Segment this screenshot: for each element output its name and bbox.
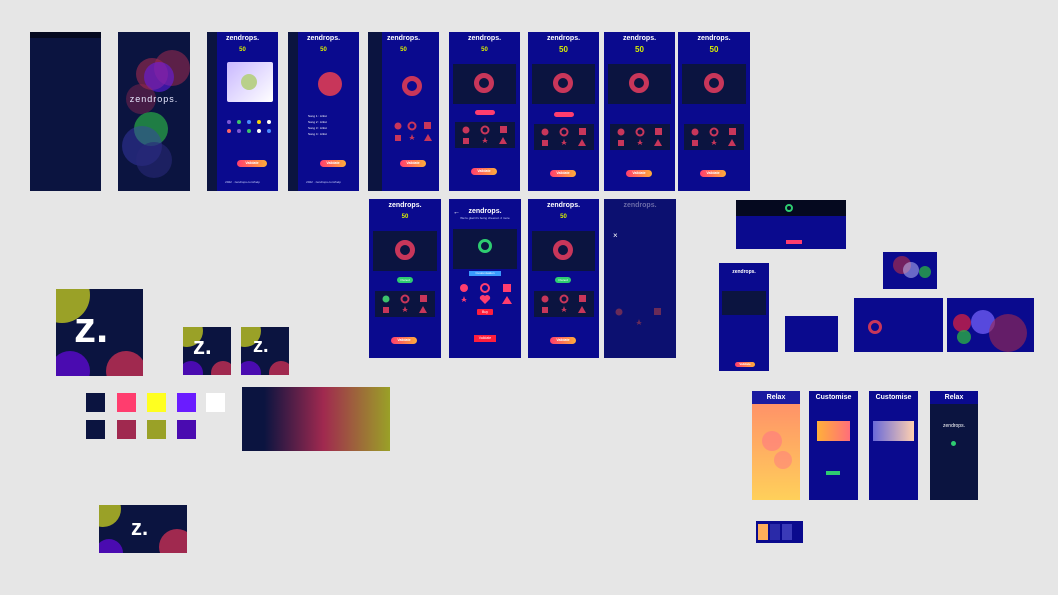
coin-count: 50 [320,47,327,53]
screen-tablet-small [785,316,838,352]
customise-panel-2: Customise [869,391,918,500]
swatch [147,393,166,412]
screen-splash: zendrops. [118,32,190,191]
logo-wide: z. [99,505,187,553]
brand-title: zendrops. [546,35,581,42]
customisation-tab[interactable]: Customisation [469,271,501,276]
brand-title: zendrops. [386,35,421,42]
screen-owned: zendrops. 50 Owned Validate [369,199,441,358]
customise-header: Customise [875,394,912,401]
swatch [147,420,166,439]
customise-panel-1: Customise [809,391,858,500]
swatch [86,420,105,439]
brand-title: zendrops. [623,202,657,209]
logo-letter: z. [253,335,269,357]
screen-menu-overlay: zendrops. × [604,199,676,358]
splash-brand: zendrops. [129,94,179,104]
screen-shapes-3: zendrops. 50 Validate [528,32,599,191]
logo-letter: z. [193,333,212,360]
palette-grid [86,393,226,439]
screen-blank [30,32,101,191]
customise-header: Customise [815,394,852,401]
brand-title: zendrops. [622,35,657,42]
validate-button[interactable]: Validate [237,160,267,167]
validate-button[interactable]: Validate [700,170,726,177]
screen-song-picture: zendrops. 50 Validate 2022 · zendrops.co… [207,32,278,191]
screen-shapes-4: zendrops. 50 Validate [604,32,675,191]
screen-shapes-1: zendrops. 50 Validate [368,32,439,191]
coin-count: 50 [560,214,567,220]
swatch [117,393,136,412]
brand-title: zendrops. [467,35,502,42]
brand-title: zendrops. [306,35,341,42]
coin-count-large: 50 [635,45,644,54]
logo-medium: z. [183,327,231,375]
thumbnail-strip [756,521,803,543]
validate-button[interactable]: Validate [626,170,652,177]
song-row[interactable]: Song 4 : Artist [308,132,352,138]
validate-button[interactable]: Validate [400,160,426,167]
owned-badge: Owned [555,277,571,283]
screen-shapes-2: zendrops. 50 Validate [449,32,520,191]
screen-tablet-mid [854,298,943,352]
coin-count: 50 [401,214,409,220]
screen-buy: ← zendrops. We're glad it's being cheere… [449,199,521,358]
brand-title: zendrops. [546,202,581,209]
screen-song-list: zendrops. 50 Song 1 : Artist Song 2 : Ar… [288,32,359,191]
swatch [206,393,225,412]
relax-header: Relax [930,391,978,404]
buy-button[interactable]: Buy [477,309,493,315]
brand-gradient [242,387,390,451]
logo-small: z. [241,327,289,375]
swatch [177,420,196,439]
brand-title: zendrops. [697,35,731,42]
owned-badge: Owned [397,277,413,283]
footer: 2022 · zendrops.com/help [225,180,260,184]
validate-button[interactable]: Validate [471,168,497,175]
validate-button[interactable]: Validate [550,337,576,344]
validate-button[interactable]: Validate [391,337,417,344]
brand-title: zendrops. [468,208,502,215]
bubbles-large [947,298,1034,352]
close-icon[interactable]: × [613,231,618,240]
relax-panel-2: Relax zendrops. [930,391,978,500]
logo-letter: z. [74,303,109,352]
screen-small-phone: zendrops. Validate [719,263,769,371]
subtitle: We're glad it's being cheered. 2 more [460,216,510,220]
swatch [177,393,196,412]
bubbles-thumb [883,252,937,289]
coin-count: 50 [481,47,488,53]
brand-title: zendrops. [225,35,260,42]
relax-brand: zendrops. [943,423,965,429]
brand-title: zendrops. [732,269,756,275]
validate-button[interactable]: Validate [550,170,576,177]
screen-shapes-5: zendrops. 50 Validate [678,32,750,191]
screen-landscape-1 [736,200,846,249]
relax-panel-1: Relax [752,391,800,500]
validate-button[interactable]: Validate [735,362,755,367]
coin-count-large: 50 [709,45,719,54]
swatch [86,393,105,412]
swatch [117,420,136,439]
coin-count: 50 [400,47,407,53]
footer: 2022 · zendrops.com/help [306,180,341,184]
brand-title: zendrops. [388,202,422,209]
relax-header: Relax [752,391,800,404]
coin-count-large: 50 [559,45,568,54]
logo-letter: z. [131,515,149,540]
coin-count: 50 [239,47,246,53]
validate-button[interactable]: Validate [474,335,496,342]
screen-owned-2: zendrops. 50 Owned Validate [528,199,599,358]
validate-button[interactable]: Validate [320,160,346,167]
logo-large: z. [56,289,143,376]
